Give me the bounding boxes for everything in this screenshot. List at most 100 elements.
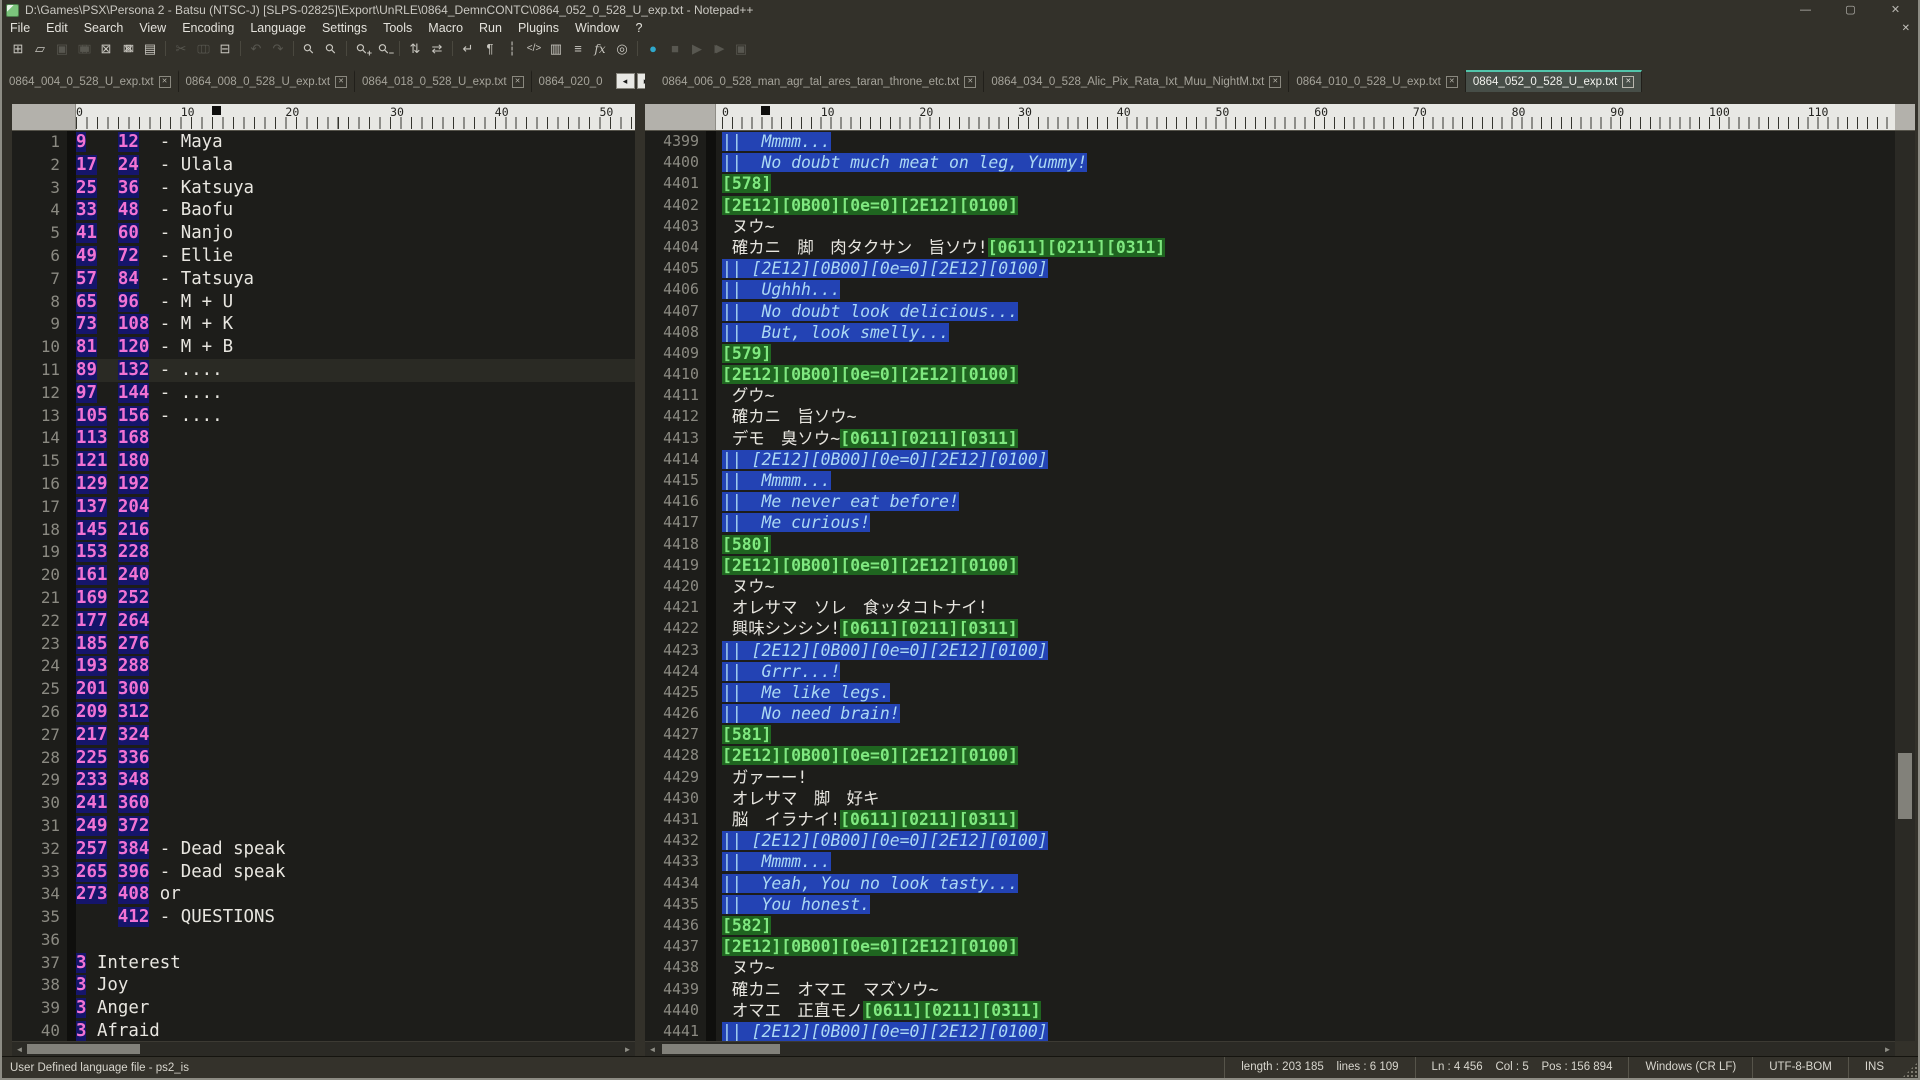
line-number[interactable]: 4414 — [645, 449, 699, 470]
document-map-icon[interactable]: ▥ — [546, 39, 566, 58]
line-number[interactable]: 16 — [12, 473, 60, 496]
line-number[interactable]: 4413 — [645, 428, 699, 449]
line-number[interactable]: 40 — [12, 1020, 60, 1041]
monitoring-icon[interactable]: ◎ — [612, 39, 632, 58]
menu-item-view[interactable]: View — [131, 20, 174, 37]
code-line[interactable]: 249 372 — [76, 815, 635, 838]
code-line[interactable]: グウ~ — [722, 385, 1895, 406]
left-view-tab-3[interactable]: 0864_018_0_528_U_exp.txt✕ — [355, 70, 532, 92]
code-line[interactable]: || Mmmm... — [722, 470, 1895, 491]
zoom-out-icon[interactable]: ⚲− — [374, 39, 394, 58]
code-line[interactable]: 3 Anger — [76, 997, 635, 1020]
sync-horizontal-scrolling-icon[interactable]: ⇄ — [427, 39, 447, 58]
minimize-button[interactable]: — — [1783, 0, 1828, 20]
code-line[interactable]: 興味シンシン![0611][0211][0311] — [722, 618, 1895, 639]
line-number[interactable]: 4401 — [645, 173, 699, 194]
line-number[interactable]: 36 — [12, 929, 60, 952]
vertical-scroll-thumb[interactable] — [1898, 753, 1912, 819]
code-line[interactable]: [2E12][0B00][0e=0][2E12][0100] — [722, 936, 1895, 957]
line-number[interactable]: 10 — [12, 336, 60, 359]
code-line[interactable]: [2E12][0B00][0e=0][2E12][0100] — [722, 195, 1895, 216]
code-line[interactable]: 185 276 — [76, 633, 635, 656]
line-number[interactable]: 4435 — [645, 894, 699, 915]
menu-item-search[interactable]: Search — [76, 20, 132, 37]
code-line[interactable]: ヌウ~ — [722, 957, 1895, 978]
line-number[interactable]: 23 — [12, 633, 60, 656]
line-number[interactable]: 35 — [12, 906, 60, 929]
line-number[interactable]: 24 — [12, 655, 60, 678]
line-number[interactable]: 11 — [12, 359, 60, 382]
code-line[interactable]: 225 336 — [76, 747, 635, 770]
sync-vertical-scrolling-icon[interactable]: ⇅ — [405, 39, 425, 58]
status-eol-format[interactable]: Windows (CR LF) — [1628, 1057, 1752, 1078]
code-line[interactable]: [582] — [722, 915, 1895, 936]
line-number[interactable]: 4429 — [645, 767, 699, 788]
code-line[interactable]: || No need brain! — [722, 703, 1895, 724]
code-line[interactable]: 57 84 - Tatsuya — [76, 268, 635, 291]
line-number[interactable]: 3 — [12, 177, 60, 200]
line-number[interactable]: 32 — [12, 838, 60, 861]
word-wrap-icon[interactable]: ↵ — [458, 39, 478, 58]
line-number[interactable]: 19 — [12, 541, 60, 564]
line-number[interactable]: 4403 — [645, 216, 699, 237]
left-view-tab-2[interactable]: 0864_008_0_528_U_exp.txt✕ — [179, 70, 356, 92]
line-number-margin-right[interactable]: 4399440044014402440344044405440644074408… — [645, 131, 706, 1041]
paste-icon[interactable]: ⊟ — [215, 39, 235, 58]
code-line[interactable]: || Grrr...! — [722, 661, 1895, 682]
line-number[interactable]: 20 — [12, 564, 60, 587]
editor-right[interactable]: 4399440044014402440344044405440644074408… — [645, 131, 1895, 1041]
code-line[interactable]: 233 348 — [76, 769, 635, 792]
show-all-characters-icon[interactable]: ¶ — [480, 39, 500, 58]
line-number[interactable]: 18 — [12, 519, 60, 542]
code-line[interactable]: オマエ 正直モノ[0611][0211][0311] — [722, 1000, 1895, 1021]
line-number[interactable]: 17 — [12, 496, 60, 519]
code-line[interactable]: ガァーー! — [722, 767, 1895, 788]
editor-left[interactable]: 1234567891011121314151617181920212223242… — [12, 131, 635, 1041]
close-all-icon[interactable]: ⊠⊠ — [118, 39, 138, 58]
code-line[interactable]: 137 204 — [76, 496, 635, 519]
tab-close-icon[interactable]: ✕ — [1446, 76, 1458, 88]
menu-item-tools[interactable]: Tools — [375, 20, 420, 37]
code-line[interactable]: デモ 臭ソウ~[0611][0211][0311] — [722, 428, 1895, 449]
line-number[interactable]: 4416 — [645, 491, 699, 512]
code-line[interactable]: || Me curious! — [722, 512, 1895, 533]
code-line[interactable]: 273 408 or — [76, 883, 635, 906]
code-line[interactable]: || Me like legs. — [722, 682, 1895, 703]
line-number[interactable]: 4405 — [645, 258, 699, 279]
code-line[interactable]: || But, look smelly... — [722, 322, 1895, 343]
line-number[interactable]: 4425 — [645, 682, 699, 703]
line-number[interactable]: 31 — [12, 815, 60, 838]
code-line[interactable]: [581] — [722, 724, 1895, 745]
code-line[interactable]: [580] — [722, 534, 1895, 555]
record-macro-icon[interactable]: ● — [643, 39, 663, 58]
code-line[interactable]: [2E12][0B00][0e=0][2E12][0100] — [722, 364, 1895, 385]
line-number[interactable]: 4415 — [645, 470, 699, 491]
left-view-tab-1[interactable]: 0864_004_0_528_U_exp.txt✕ — [2, 70, 179, 92]
scroll-left-arrow-icon[interactable]: ◄ — [12, 1042, 27, 1056]
code-area-left[interactable]: 9 12 - Maya17 24 - Ulala25 36 - Katsuya3… — [76, 131, 635, 1041]
line-number[interactable]: 4418 — [645, 534, 699, 555]
scroll-right-arrow-icon[interactable]: ► — [620, 1042, 635, 1056]
line-number[interactable]: 4404 — [645, 237, 699, 258]
function-list-icon[interactable]: fx — [590, 39, 610, 58]
code-line[interactable]: 49 72 - Ellie — [76, 245, 635, 268]
code-line[interactable]: 193 288 — [76, 655, 635, 678]
scroll-left-arrow-icon[interactable]: ◄ — [645, 1042, 660, 1056]
tab-scroll-left-icon[interactable]: ◂ — [616, 73, 635, 89]
line-number[interactable]: 4434 — [645, 873, 699, 894]
code-line[interactable]: 113 168 — [76, 427, 635, 450]
code-line[interactable]: 25 36 - Katsuya — [76, 177, 635, 200]
code-line[interactable]: ヌウ~ — [722, 216, 1895, 237]
code-line[interactable]: || You honest. — [722, 894, 1895, 915]
line-number[interactable]: 34 — [12, 883, 60, 906]
code-line[interactable]: 確カニ オマエ マズソウ~ — [722, 979, 1895, 1000]
code-line[interactable]: || Yeah, You no look tasty... — [722, 873, 1895, 894]
line-number[interactable]: 37 — [12, 952, 60, 975]
code-line[interactable]: 3 Afraid — [76, 1020, 635, 1041]
line-number[interactable]: 4411 — [645, 385, 699, 406]
code-line[interactable]: 121 180 — [76, 450, 635, 473]
code-line[interactable]: 153 228 — [76, 541, 635, 564]
maximize-button[interactable]: ▢ — [1828, 0, 1873, 20]
line-number[interactable]: 4421 — [645, 597, 699, 618]
line-number[interactable]: 4426 — [645, 703, 699, 724]
